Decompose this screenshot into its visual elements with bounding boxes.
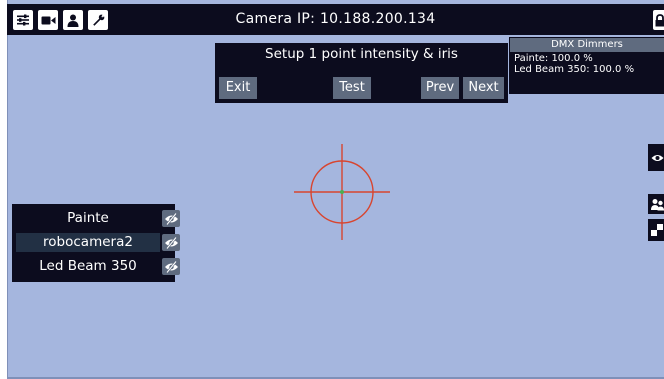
test-button[interactable]: Test: [333, 77, 371, 99]
settings-button[interactable]: [13, 10, 33, 30]
eye-slash-icon: [164, 212, 178, 225]
top-bar: Camera IP: 10.188.200.134: [7, 4, 664, 35]
users-button[interactable]: [648, 194, 664, 214]
crosshair-target[interactable]: [290, 140, 395, 245]
user-icon: [67, 14, 79, 27]
checker-icon: [651, 224, 663, 236]
fixture-name: Painte: [67, 210, 109, 226]
dmx-dimmers-panel: DMX Dimmers Painte: 100.0 % Led Beam 350…: [509, 37, 664, 94]
fixture-name: Led Beam 350: [39, 258, 137, 274]
user-button[interactable]: [63, 10, 83, 30]
dmx-panel-title: DMX Dimmers: [510, 38, 664, 52]
center-dot: [340, 190, 344, 194]
fixture-item[interactable]: robocamera2: [16, 233, 180, 252]
eye-slash-icon: [164, 260, 178, 273]
fixture-name: robocamera2: [16, 233, 160, 252]
view-toggle-button[interactable]: [648, 144, 664, 171]
next-button[interactable]: Next: [463, 77, 504, 99]
camera-button[interactable]: [38, 10, 58, 30]
fixture-list: Painte robocamera2 Led Beam 350: [12, 204, 180, 282]
visibility-toggle-button[interactable]: [162, 210, 180, 227]
wrench-icon: [92, 14, 104, 26]
setup-title: Setup 1 point intensity & iris: [265, 46, 458, 62]
exit-button[interactable]: Exit: [219, 77, 257, 99]
dmx-line: Painte: 100.0 %: [514, 53, 593, 64]
setup-panel: Setup 1 point intensity & iris Exit Test…: [215, 43, 508, 103]
video-camera-icon: [41, 16, 55, 24]
dmx-line: Led Beam 350: 100.0 %: [514, 64, 635, 75]
lock-button[interactable]: [653, 10, 664, 30]
sliders-icon: [17, 14, 29, 26]
visibility-toggle-button[interactable]: [162, 234, 180, 251]
visibility-toggle-button[interactable]: [162, 258, 180, 275]
prev-button[interactable]: Prev: [421, 77, 459, 99]
eye-icon: [651, 154, 664, 161]
lock-icon: [655, 13, 664, 26]
pattern-button[interactable]: [648, 219, 664, 241]
fixture-item[interactable]: Led Beam 350: [16, 257, 180, 276]
fixture-item[interactable]: Painte: [16, 209, 180, 228]
users-icon: [651, 198, 664, 210]
tools-button[interactable]: [88, 10, 108, 30]
eye-slash-icon: [164, 236, 178, 249]
crosshair-icon: [294, 144, 390, 240]
